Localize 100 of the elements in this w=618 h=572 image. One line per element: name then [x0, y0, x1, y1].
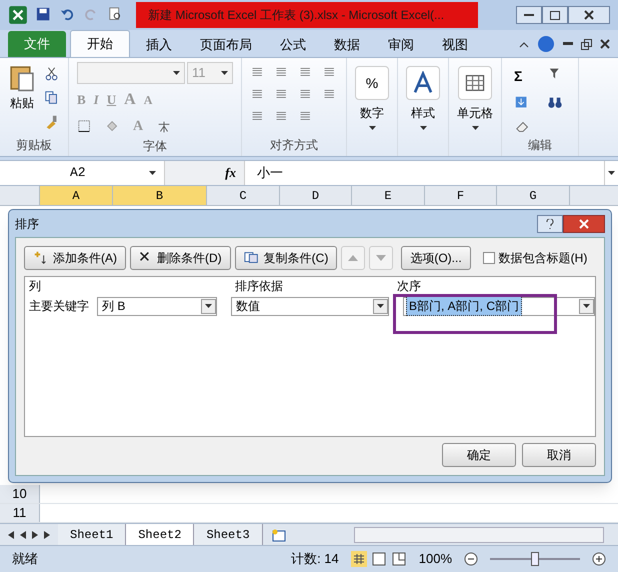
header-checkbox-label[interactable]: 数据包含标题(H): [482, 249, 588, 267]
cancel-button[interactable]: 取消: [522, 443, 596, 467]
column-header[interactable]: G: [497, 186, 570, 205]
column-header[interactable]: B: [113, 186, 207, 205]
sheet-tab[interactable]: Sheet3: [194, 524, 263, 545]
undo-icon: [60, 7, 76, 23]
down-triangle-icon: [376, 255, 386, 261]
column-header[interactable]: C: [207, 186, 280, 205]
zoom-slider[interactable]: [490, 552, 580, 566]
options-button[interactable]: 选项(O)...: [401, 246, 471, 270]
collapse-ribbon-icon[interactable]: [519, 40, 529, 48]
ribbon-tab[interactable]: 审阅: [376, 33, 426, 57]
row-header[interactable]: 11: [0, 504, 40, 522]
close-icon: [584, 10, 594, 20]
dropdown-caret-icon: [420, 126, 426, 130]
checkbox[interactable]: [482, 252, 495, 264]
horizontal-scrollbar[interactable]: [354, 526, 604, 542]
zoom-in-icon[interactable]: [592, 552, 606, 566]
ok-button[interactable]: 确定: [442, 443, 516, 467]
column-heading: 列: [28, 278, 42, 295]
ribbon-group-label: 字体: [142, 138, 168, 155]
excel-logo-icon: [8, 5, 28, 25]
dropdown-caret-icon: [149, 171, 156, 175]
zoom-slider-thumb[interactable]: [531, 552, 539, 566]
dropdown-caret-icon: [377, 304, 384, 308]
border-icon: [77, 118, 93, 134]
toolbar-button[interactable]: 添加条件(A): [24, 246, 126, 270]
count-text: 计数: 14: [291, 550, 339, 568]
sheet-tab[interactable]: Sheet1: [58, 524, 126, 545]
close-button[interactable]: [563, 214, 605, 232]
ribbon-group-label: 剪贴板: [15, 137, 53, 154]
dropdown-caret-icon: [173, 71, 180, 75]
minimize-icon: [524, 14, 534, 16]
sheet-tab[interactable]: Sheet2: [126, 524, 194, 545]
order-value: B部门, A部门, C部门: [406, 296, 522, 316]
ribbon-large-button[interactable]: % 数字: [347, 58, 397, 130]
close-icon: [579, 218, 589, 228]
ribbon-tab[interactable]: 插入: [134, 33, 184, 57]
maximize-icon: [550, 10, 560, 20]
page-layout-icon[interactable]: [370, 551, 387, 567]
sort-on-dropdown[interactable]: 数值: [231, 296, 389, 316]
normal-view-icon[interactable]: [350, 551, 367, 567]
dropdown-caret-icon: [368, 126, 376, 130]
order-dropdown[interactable]: B部门, A部门, C部门: [403, 296, 595, 316]
maximize-button[interactable]: [542, 6, 568, 24]
window-title: 新建 Microsoft Excel 工作表 (3).xlsx - Microsoft Excel(...: [136, 2, 478, 28]
zoom-out-icon[interactable]: [464, 552, 478, 566]
column-heading: 次序: [396, 278, 421, 295]
sheet-nav-end-icon[interactable]: [44, 530, 50, 538]
percent-symbol: %: [366, 74, 378, 92]
expand-caret-icon: [608, 171, 615, 175]
ribbon-group-label: 对齐方式: [269, 137, 319, 154]
up-triangle-icon: [348, 255, 358, 261]
ribbon-tab[interactable]: 开始: [70, 30, 130, 57]
toolbar-button[interactable]: 复制条件(C): [234, 246, 338, 270]
ribbon-large-button[interactable]: 样式: [398, 58, 448, 130]
font-name-field[interactable]: [77, 62, 185, 84]
sheet-nav-end-icon[interactable]: [8, 530, 14, 538]
column-header[interactable]: E: [352, 186, 425, 205]
column-header[interactable]: F: [425, 186, 497, 205]
sort-level-label: 主要关键字: [28, 298, 90, 315]
dropdown-caret-icon: [221, 71, 228, 75]
column-heading: 排序依据: [234, 278, 284, 295]
dialog-title: 排序: [15, 216, 39, 232]
minimize-button[interactable]: [516, 6, 542, 24]
row-header[interactable]: 10: [0, 485, 40, 503]
dropdown-caret-icon: [472, 126, 478, 130]
save-icon: [36, 7, 52, 23]
new-sheet-icon[interactable]: [270, 528, 287, 542]
binoculars-icon: [546, 95, 564, 111]
ribbon-large-button[interactable]: 单元格: [449, 58, 501, 130]
dropdown-caret-icon: [205, 304, 212, 308]
formula-field[interactable]: 小一: [245, 161, 604, 185]
status-text: 就绪: [12, 550, 38, 568]
ribbon-tab[interactable]: 数据: [322, 33, 372, 57]
close-button[interactable]: [568, 6, 610, 24]
ribbon-tab[interactable]: 公式: [268, 33, 318, 57]
minimize-icon[interactable]: [563, 42, 573, 46]
page-break-icon[interactable]: [390, 551, 407, 567]
copy-icon: [244, 250, 260, 266]
column-header[interactable]: D: [280, 186, 352, 205]
column-dropdown[interactable]: 列 B: [97, 296, 217, 316]
zoom-level[interactable]: 100%: [418, 549, 452, 569]
ribbon-tab[interactable]: 文件: [8, 31, 66, 57]
dropdown-caret-icon: [583, 304, 590, 308]
ribbon-tab[interactable]: 视图: [430, 33, 480, 57]
help-button[interactable]: [537, 214, 563, 232]
restore-icon[interactable]: [581, 38, 592, 50]
column-header[interactable]: A: [40, 186, 113, 205]
table-icon: [464, 72, 486, 94]
autosum-button[interactable]: Σ: [514, 66, 534, 87]
copy-icon: [44, 90, 60, 106]
close-icon[interactable]: [600, 39, 610, 49]
ribbon-group-label: 编辑: [527, 137, 553, 154]
paste-button[interactable]: 粘贴: [8, 62, 36, 130]
toolbar-button[interactable]: 删除条件(D): [130, 246, 231, 270]
scissors-icon: [44, 66, 60, 82]
ribbon-tab[interactable]: 页面布局: [188, 33, 264, 57]
styles-icon: [411, 71, 435, 95]
insert-function-button[interactable]: fx: [225, 163, 236, 183]
